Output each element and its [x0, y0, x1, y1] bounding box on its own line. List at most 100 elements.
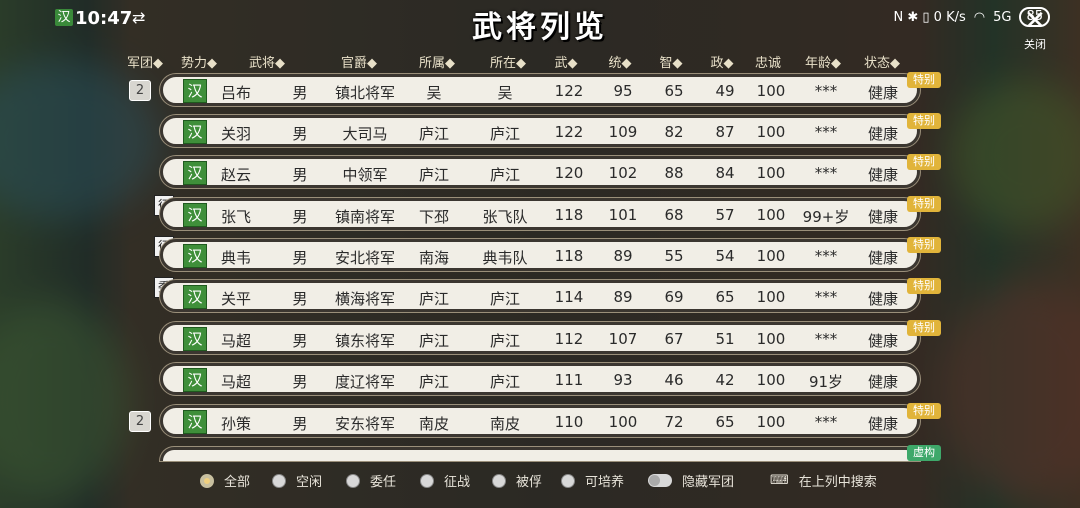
faction-badge: 汉 [183, 79, 207, 103]
header-age[interactable]: 年龄◆ [803, 52, 843, 71]
cell-lead: 89 [613, 288, 633, 306]
header-war[interactable]: 武◆ [551, 52, 581, 71]
hide-corps-toggle[interactable]: 隐藏军团 [648, 471, 734, 490]
cell-loyalty: 100 [756, 288, 786, 306]
cell-intel: 72 [664, 413, 684, 431]
cell-state: 健康 [867, 373, 898, 391]
cell-loyalty: 100 [756, 164, 786, 182]
filter-all[interactable]: 全部 [200, 471, 250, 490]
header-faction[interactable]: 势力◆ [176, 52, 222, 71]
search-label: 在上列中搜索 [798, 475, 877, 490]
cell-state: 健康 [867, 249, 898, 267]
toggle-icon [648, 474, 672, 487]
filter-label: 委任 [370, 475, 397, 490]
special-tag: 特别 [907, 278, 941, 294]
table-row[interactable]: 汉 吕布 男 镇北将军 吴 吴 122 95 65 49 100 *** 健康 [160, 74, 920, 106]
cell-state: 健康 [867, 415, 898, 433]
header-loyalty[interactable]: 忠诚 [748, 52, 788, 71]
filter-captured[interactable]: 被俘 [492, 471, 542, 490]
radio-selected-icon [200, 473, 214, 488]
cell-state: 健康 [867, 332, 898, 350]
cell-politics: 51 [715, 330, 735, 348]
cell-lead: 93 [613, 371, 633, 389]
cell-belong: 庐江 [418, 166, 449, 184]
cell-loyalty: 100 [756, 413, 786, 431]
corps-badge[interactable]: 2 [129, 80, 151, 101]
cell-gender: 男 [292, 125, 308, 143]
cell-age: *** [814, 413, 838, 431]
table-row[interactable]: 汉 关羽 男 大司马 庐江 庐江 122 109 82 87 100 *** 健… [160, 115, 920, 147]
cell-age: 99+岁 [802, 208, 850, 226]
header-general[interactable]: 武将◆ [244, 52, 290, 71]
header-rank[interactable]: 官爵◆ [336, 52, 382, 71]
corps-badge[interactable]: 2 [129, 411, 151, 432]
cell-rank: 横海将军 [334, 290, 395, 308]
table-row[interactable]: 汉 马超 男 度辽将军 庐江 庐江 111 93 46 42 100 91岁 健… [160, 363, 920, 395]
cell-name: 关平 [220, 290, 251, 308]
header-state[interactable]: 状态◆ [862, 52, 902, 71]
filter-label: 被俘 [516, 475, 543, 490]
keyboard-icon: ⌨ [770, 473, 789, 488]
cell-belong: 庐江 [418, 125, 449, 143]
cell-gender: 男 [292, 166, 308, 184]
cell-name: 孙策 [220, 415, 251, 433]
table-row[interactable]: 汉 典韦 男 安北将军 南海 典韦队 118 89 55 54 100 *** … [160, 239, 920, 271]
table-row[interactable]: 汉 孙策 男 安东将军 南皮 南皮 110 100 72 65 100 *** … [160, 405, 920, 437]
cell-state: 健康 [867, 84, 898, 102]
faction-badge: 汉 [183, 161, 207, 185]
cell-gender: 男 [292, 84, 308, 102]
search-button[interactable]: ⌨ 在上列中搜索 [770, 471, 877, 490]
header-politics[interactable]: 政◆ [707, 52, 737, 71]
filter-label: 征战 [444, 475, 471, 490]
cell-name: 张飞 [220, 208, 251, 226]
cell-intel: 67 [664, 330, 684, 348]
faction-badge: 汉 [183, 120, 207, 144]
header-corps[interactable]: 军团◆ [122, 52, 168, 71]
faction-badge: 汉 [183, 244, 207, 268]
table-row-partial[interactable] [160, 447, 920, 461]
cell-belong: 南皮 [418, 415, 449, 433]
cell-belong: 南海 [418, 249, 449, 267]
faction-badge: 汉 [183, 327, 207, 351]
header-intel[interactable]: 智◆ [656, 52, 686, 71]
faction-badge: 汉 [183, 285, 207, 309]
cell-loyalty: 100 [756, 123, 786, 141]
cell-name: 典韦 [220, 249, 251, 267]
cell-lead: 89 [613, 247, 633, 265]
cell-war: 118 [554, 247, 584, 265]
table-row[interactable]: 汉 关平 男 横海将军 庐江 庐江 114 89 69 65 100 *** 健… [160, 280, 920, 312]
filter-idle[interactable]: 空闲 [272, 471, 322, 490]
table-row[interactable]: 汉 马超 男 镇东将军 庐江 庐江 112 107 67 51 100 *** … [160, 322, 920, 354]
header-lead[interactable]: 统◆ [605, 52, 635, 71]
cell-age: *** [814, 330, 838, 348]
cell-state: 健康 [867, 125, 898, 143]
cell-location: 张飞队 [482, 208, 528, 226]
cell-location: 庐江 [489, 332, 520, 350]
table-row[interactable]: 汉 赵云 男 中领军 庐江 庐江 120 102 88 84 100 *** 健… [160, 156, 920, 188]
faction-badge: 汉 [183, 368, 207, 392]
filter-trainable[interactable]: 可培养 [561, 471, 624, 490]
cell-rank: 安东将军 [334, 415, 395, 433]
radio-icon [561, 473, 575, 488]
cell-loyalty: 100 [756, 371, 786, 389]
filter-appointed[interactable]: 委任 [346, 471, 396, 490]
cell-location: 吴 [497, 84, 513, 102]
cell-intel: 55 [664, 247, 684, 265]
close-button[interactable]: ✕ 关闭 [1012, 6, 1058, 54]
special-tag: 特别 [907, 403, 941, 419]
cell-intel: 69 [664, 288, 684, 306]
cell-intel: 82 [664, 123, 684, 141]
cell-name: 马超 [220, 332, 251, 350]
header-belong[interactable]: 所属◆ [412, 52, 462, 71]
cell-loyalty: 100 [756, 82, 786, 100]
header-location[interactable]: 所在◆ [483, 52, 533, 71]
special-tag: 特别 [907, 196, 941, 212]
cell-politics: 84 [715, 164, 735, 182]
cell-lead: 95 [613, 82, 633, 100]
page-title: 武将列览 [472, 10, 608, 45]
table-row[interactable]: 汉 张飞 男 镇南将军 下邳 张飞队 118 101 68 57 100 99+… [160, 198, 920, 230]
filter-campaign[interactable]: 征战 [420, 471, 470, 490]
cell-location: 庐江 [489, 290, 520, 308]
toggle-label: 隐藏军团 [682, 475, 735, 490]
cell-age: 91岁 [808, 373, 844, 391]
